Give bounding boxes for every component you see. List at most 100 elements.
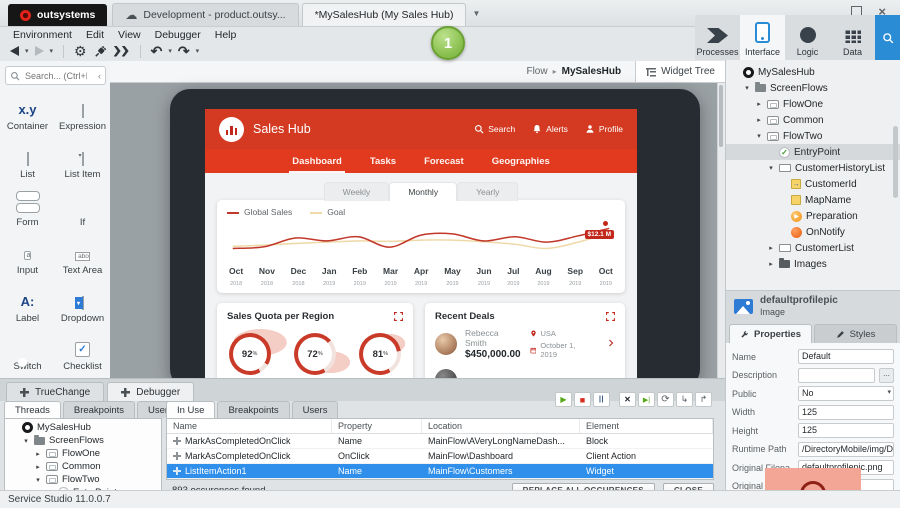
outsystems-tab[interactable]: outsystems [8, 4, 107, 26]
tab-styles[interactable]: Styles [814, 324, 897, 343]
redo-button[interactable]: ↷ [178, 45, 190, 57]
palette-item-checklist[interactable]: ✓Checklist [55, 327, 110, 375]
expander-icon[interactable]: ▾ [34, 476, 42, 484]
tree-item-screenflows[interactable]: ▾ScreenFlows [726, 80, 900, 96]
collapse-palette-icon[interactable]: ‹ [98, 71, 101, 81]
expander-icon[interactable]: ▾ [22, 437, 30, 445]
property-value-runtime-path[interactable]: /DirectoryMobile/img/Dire... [798, 442, 894, 457]
forward-dropdown-icon[interactable]: ▾ [50, 47, 54, 55]
palette-item-switch[interactable]: Switch [0, 327, 55, 375]
layer-tab-interface[interactable]: Interface [740, 15, 785, 60]
tab-list-dropdown-icon[interactable]: ▼ [466, 9, 486, 18]
tree-item-preparation[interactable]: ▶Preparation [726, 208, 900, 224]
debug-pause-button[interactable]: || [593, 392, 610, 407]
tree-scrollbar[interactable] [893, 126, 898, 198]
expander-icon[interactable]: ▸ [767, 244, 775, 252]
tree-item-flowtwo[interactable]: ▾FlowTwo [726, 128, 900, 144]
period-tab-yearly[interactable]: Yearly [457, 182, 518, 201]
column-name[interactable]: Name [167, 419, 332, 433]
breadcrumb-current[interactable]: MySalesHub [562, 66, 621, 77]
palette-item-list[interactable]: List [0, 135, 55, 183]
subtab-threads[interactable]: Threads [4, 401, 61, 418]
deal-row[interactable]: Rebecca Smith $450,000.00 USA October 1,… [425, 325, 625, 360]
breadcrumb[interactable]: Flow ▸ MySalesHub [526, 66, 621, 77]
deal-row-partial[interactable] [425, 366, 625, 378]
app-action-alerts[interactable]: Alerts [532, 124, 568, 134]
expand-icon[interactable] [394, 312, 403, 321]
module-tab[interactable]: *MySalesHub (My Sales Hub) [302, 3, 467, 26]
tab-properties[interactable]: Properties [729, 324, 812, 343]
gear-icon[interactable]: ⚙ [74, 44, 87, 58]
palette-item-input[interactable]: aInput [0, 231, 55, 279]
expander-icon[interactable]: ▸ [755, 100, 763, 108]
expander-icon[interactable]: ▸ [34, 463, 42, 471]
app-preview-screen[interactable]: Sales Hub SearchAlertsProfile DashboardT… [205, 109, 637, 378]
tree-item-screenflows[interactable]: ▾ScreenFlows [5, 434, 161, 447]
menu-help[interactable]: Help [208, 29, 244, 41]
app-nav-forecast[interactable]: Forecast [424, 149, 464, 173]
expand-icon[interactable] [606, 312, 615, 321]
column-element[interactable]: Element [580, 419, 713, 433]
period-tab-monthly[interactable]: Monthly [389, 182, 457, 201]
tree-item-flowone[interactable]: ▸FlowOne [5, 447, 161, 460]
debug-terminate-button[interactable]: ✕ [619, 392, 636, 407]
expander-icon[interactable]: ▸ [767, 260, 775, 268]
palette-item-form[interactable]: Form [0, 183, 55, 231]
app-nav-geographies[interactable]: Geographies [492, 149, 550, 173]
tree-item-common[interactable]: ▸Common [5, 460, 161, 473]
expander-icon[interactable]: ▾ [755, 132, 763, 140]
table-row[interactable]: MarkAsCompletedOnClickNameMainFlow\AVery… [167, 434, 713, 449]
tree-item-customerhistorylist[interactable]: ▾CustomerHistoryList [726, 160, 900, 176]
back-button[interactable] [10, 46, 19, 56]
debug-start-button[interactable]: ▶ [555, 392, 572, 407]
palette-item-expression[interactable]: Expression [55, 87, 110, 135]
expander-icon[interactable]: ▸ [755, 116, 763, 124]
subtab-breakpoints[interactable]: Breakpoints [217, 401, 289, 418]
debug-continue-button[interactable]: ▶| [638, 392, 655, 407]
layer-tab-data[interactable]: Data [830, 15, 875, 60]
palette-item-list-item[interactable]: List Item [55, 135, 110, 183]
app-action-profile[interactable]: Profile [585, 124, 623, 134]
property-value-width[interactable]: 125 [798, 405, 894, 420]
property-value-height[interactable]: 125 [798, 423, 894, 438]
period-tab-weekly[interactable]: Weekly [324, 182, 390, 201]
app-nav-dashboard[interactable]: Dashboard [292, 149, 342, 173]
app-nav-tasks[interactable]: Tasks [370, 149, 396, 173]
ellipsis-button[interactable]: ... [879, 368, 894, 383]
property-value-name[interactable]: Default [798, 349, 894, 364]
table-row[interactable]: MarkAsCompletedOnClickOnClickMainFlow\Da… [167, 449, 713, 464]
tree-item-customerid[interactable]: →CustomerId [726, 176, 900, 192]
tree-item-mysaleshub[interactable]: MySalesHub [726, 64, 900, 80]
layer-tab-processes[interactable]: Processes [695, 15, 740, 60]
publish-plug-icon[interactable] [93, 44, 108, 59]
menu-environment[interactable]: Environment [6, 29, 79, 41]
tree-item-onnotify[interactable]: OnNotify [726, 224, 900, 240]
app-action-search[interactable]: Search [474, 124, 515, 134]
panel-tab-debugger[interactable]: Debugger [107, 382, 194, 401]
palette-item-dropdown[interactable]: ▾Dropdown [55, 279, 110, 327]
debug-stop-button[interactable]: ■ [574, 392, 591, 407]
widget-tree-button[interactable]: Widget Tree [635, 61, 725, 82]
expander-icon[interactable]: ▾ [743, 84, 751, 92]
layer-tab-logic[interactable]: Logic [785, 15, 830, 60]
tree-item-customerlist[interactable]: ▸CustomerList [726, 240, 900, 256]
expander-icon[interactable]: ▾ [767, 164, 775, 172]
property-value-description[interactable] [798, 368, 875, 383]
palette-item-text-area[interactable]: aboText Area [55, 231, 110, 279]
subtab-users[interactable]: Users [292, 401, 339, 418]
palette-search-input[interactable] [23, 70, 89, 82]
panel-tab-truechange[interactable]: TrueChange [6, 382, 104, 401]
undo-button[interactable]: ↶ [151, 45, 163, 57]
column-property[interactable]: Property [332, 419, 422, 433]
back-dropdown-icon[interactable]: ▾ [25, 47, 29, 55]
palette-item-container[interactable]: x.yContainer [0, 87, 55, 135]
tree-item-flowone[interactable]: ▸FlowOne [726, 96, 900, 112]
menu-view[interactable]: View [111, 29, 148, 41]
global-search-button[interactable] [875, 15, 900, 60]
property-value-public[interactable]: No▾ [798, 386, 894, 401]
column-location[interactable]: Location [422, 419, 580, 433]
tree-item-common[interactable]: ▸Common [726, 112, 900, 128]
tree-item-flowtwo[interactable]: ▾FlowTwo [5, 473, 161, 486]
undo-dropdown-icon[interactable]: ▾ [168, 47, 172, 55]
environment-tab[interactable]: ☁ Development - product.outsy... [112, 3, 298, 26]
